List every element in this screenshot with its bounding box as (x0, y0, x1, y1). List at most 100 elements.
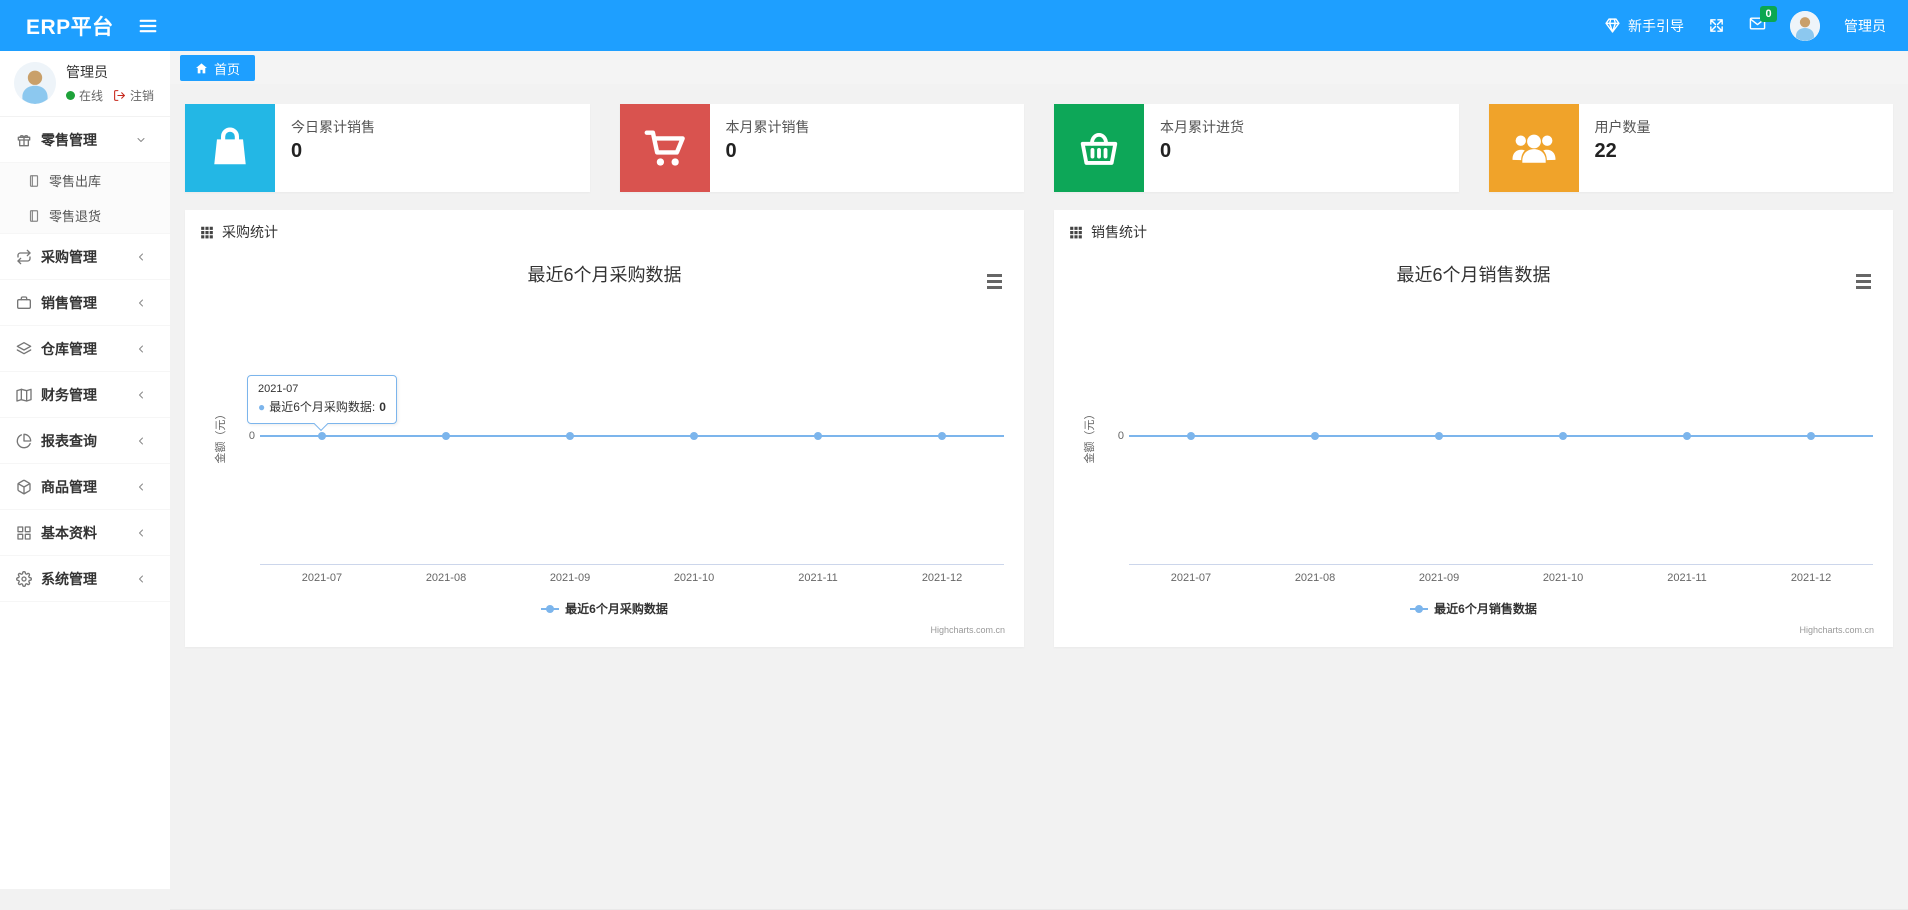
data-point[interactable] (1807, 432, 1815, 440)
chevron-left-icon (135, 481, 147, 493)
sales-stats-panel: 销售统计 最近6个月销售数据金额（元）02021-072021-082021-0… (1054, 210, 1893, 647)
doc-icon (27, 174, 41, 188)
shopping-bag-icon (207, 125, 253, 171)
data-point[interactable] (1683, 432, 1691, 440)
data-point[interactable] (1311, 432, 1319, 440)
stat-card-label: 今日累计销售 (291, 117, 375, 137)
briefcase-icon (16, 295, 32, 311)
sidebar-item-sales[interactable]: 销售管理 (0, 280, 170, 326)
chart-legend-item[interactable]: 最近6个月采购数据 (190, 600, 1019, 617)
stat-card-month-sales[interactable]: 本月累计销售 0 (620, 104, 1025, 192)
tooltip-series-label: 最近6个月采购数据: (269, 398, 375, 415)
navbar-avatar[interactable] (1790, 11, 1820, 41)
hamburger-icon[interactable] (138, 16, 158, 36)
sidebar-item-retail[interactable]: 零售管理 (0, 117, 170, 163)
tooltip-category: 2021-07 (258, 383, 386, 395)
online-status-label: 在线 (79, 87, 103, 104)
chart-legend-item[interactable]: 最近6个月销售数据 (1059, 600, 1888, 617)
sales-chart: 最近6个月销售数据金额（元）02021-072021-082021-092021… (1059, 251, 1888, 648)
grid-icon (16, 525, 32, 541)
y-axis-title: 金额（元） (1081, 409, 1097, 464)
sidebar-item-goods[interactable]: 商品管理 (0, 464, 170, 510)
data-point[interactable] (814, 432, 822, 440)
x-axis-tick-label: 2021-07 (1151, 572, 1231, 584)
th-grid-icon (1069, 225, 1083, 239)
pie-chart-icon (16, 433, 32, 449)
chevron-left-icon (135, 389, 147, 401)
purchase-stats-panel: 采购统计 最近6个月采购数据金额（元）02021-072021-082021-0… (185, 210, 1024, 647)
legend-label: 最近6个月采购数据 (565, 600, 668, 617)
x-axis-tick-label: 2021-10 (1523, 572, 1603, 584)
sidebar-item-system[interactable]: 系统管理 (0, 556, 170, 602)
main-area: 首页 今日累计销售 0 本月累计销售 0 本月累计进 (170, 51, 1908, 889)
data-point[interactable] (1435, 432, 1443, 440)
chevron-left-icon (135, 435, 147, 447)
stat-card-value: 0 (291, 140, 375, 163)
chart-tooltip: 2021-07●最近6个月采购数据: 0 (247, 375, 397, 424)
legend-line-marker-icon (1410, 605, 1428, 613)
fullscreen-icon[interactable] (1708, 17, 1725, 34)
users-icon (1511, 125, 1557, 171)
gift-icon (16, 132, 32, 148)
highcharts-credit-link[interactable]: Highcharts.com.cn (1799, 625, 1874, 635)
tab-home[interactable]: 首页 (180, 55, 255, 81)
sidebar-item-retail-out[interactable]: 零售出库 (0, 163, 170, 198)
data-point[interactable] (938, 432, 946, 440)
sidebar-item-retail-return[interactable]: 零售退货 (0, 198, 170, 233)
gem-icon (1604, 17, 1621, 34)
doc-icon (27, 209, 41, 223)
stat-card-label: 本月累计进货 (1160, 117, 1244, 137)
x-axis-tick-label: 2021-09 (1399, 572, 1479, 584)
chevron-left-icon (135, 527, 147, 539)
stat-card-today-sales[interactable]: 今日累计销售 0 (185, 104, 590, 192)
shopping-basket-icon (1076, 125, 1122, 171)
series-line (260, 435, 1004, 437)
data-point[interactable] (318, 432, 326, 440)
beginner-guide-label: 新手引导 (1628, 16, 1684, 36)
top-navbar: ERP平台 新手引导 0 管理员 (0, 0, 1908, 51)
series-line (1129, 435, 1873, 437)
map-icon (16, 387, 32, 403)
sidebar-item-warehouse[interactable]: 仓库管理 (0, 326, 170, 372)
submenu-retail: 零售出库零售退货 (0, 163, 170, 234)
stat-card-user-count[interactable]: 用户数量 22 (1489, 104, 1894, 192)
box-icon (16, 479, 32, 495)
sidebar-item-purchase[interactable]: 采购管理 (0, 234, 170, 280)
th-grid-icon (200, 225, 214, 239)
navbar-username[interactable]: 管理员 (1844, 16, 1886, 36)
data-point[interactable] (442, 432, 450, 440)
logout-link[interactable]: 注销 (130, 87, 154, 104)
beginner-guide-button[interactable]: 新手引导 (1604, 16, 1684, 36)
x-axis-tick-label: 2021-08 (1275, 572, 1355, 584)
y-axis-title: 金额（元） (212, 409, 228, 464)
data-point[interactable] (1559, 432, 1567, 440)
messages-button[interactable]: 0 (1749, 15, 1766, 37)
stat-card-label: 用户数量 (1595, 117, 1651, 137)
sidebar-item-label: 零售退货 (49, 206, 101, 225)
chevron-left-icon (135, 573, 147, 585)
home-icon (195, 62, 208, 75)
sidebar-item-finance[interactable]: 财务管理 (0, 372, 170, 418)
exchange-icon (16, 249, 32, 265)
data-point[interactable] (566, 432, 574, 440)
stat-card-label: 本月累计销售 (726, 117, 810, 137)
sidebar-item-label: 财务管理 (41, 385, 97, 405)
data-point[interactable] (1187, 432, 1195, 440)
stat-card-value: 0 (726, 140, 810, 163)
layers-icon (16, 341, 32, 357)
sidebar-item-basic[interactable]: 基本资料 (0, 510, 170, 556)
data-point[interactable] (690, 432, 698, 440)
x-axis-tick-label: 2021-11 (1647, 572, 1727, 584)
highcharts-credit-link[interactable]: Highcharts.com.cn (930, 625, 1005, 635)
x-axis-tick-label: 2021-08 (406, 572, 486, 584)
logout-icon[interactable] (113, 89, 126, 102)
x-axis-tick-label: 2021-10 (654, 572, 734, 584)
legend-label: 最近6个月销售数据 (1434, 600, 1537, 617)
app-brand: ERP平台 (0, 11, 138, 41)
legend-line-marker-icon (541, 605, 559, 613)
tooltip-value: 0 (379, 400, 386, 414)
stat-card-month-purchase[interactable]: 本月累计进货 0 (1054, 104, 1459, 192)
sidebar-item-report[interactable]: 报表查询 (0, 418, 170, 464)
sidebar-item-label: 仓库管理 (41, 339, 97, 359)
panel-title: 销售统计 (1091, 222, 1147, 242)
